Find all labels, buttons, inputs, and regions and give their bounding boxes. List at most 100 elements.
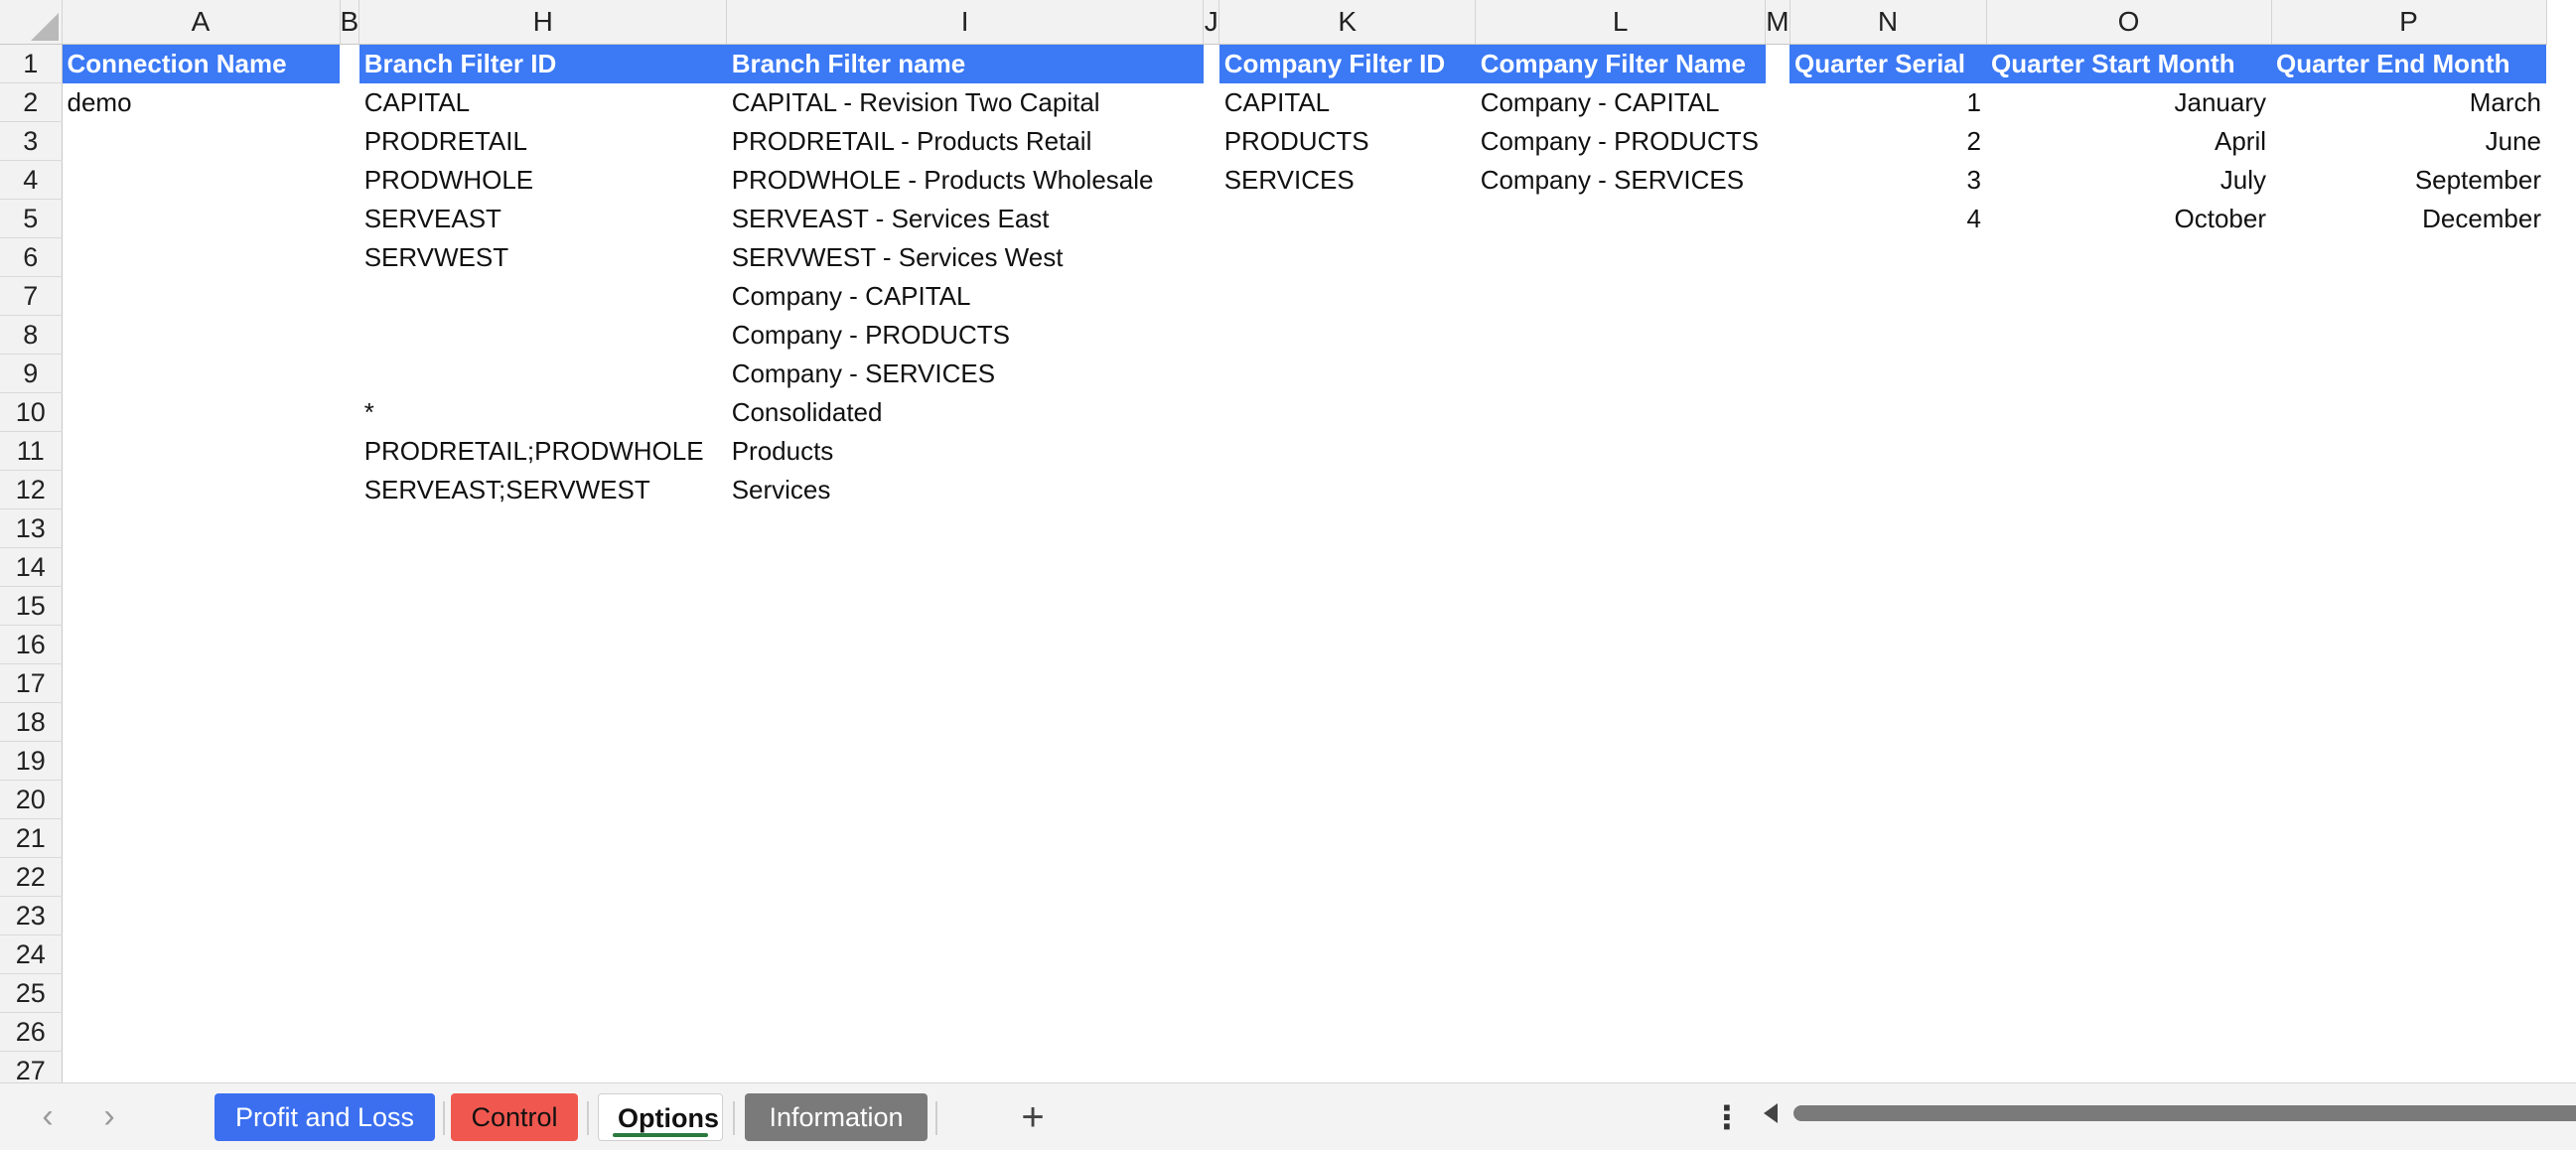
cell-o[interactable]: January: [1986, 83, 2271, 122]
column-header[interactable]: B: [340, 0, 360, 45]
cell-n[interactable]: [1789, 974, 1986, 1013]
cell[interactable]: [1204, 626, 1219, 664]
cell-o[interactable]: April: [1986, 122, 2271, 161]
cell-h[interactable]: SERVEAST: [359, 200, 727, 238]
cell-n[interactable]: [1789, 1052, 1986, 1083]
cell[interactable]: [1766, 974, 1789, 1013]
row-header[interactable]: 20: [0, 780, 63, 819]
cell[interactable]: [1766, 1013, 1789, 1052]
cell[interactable]: [340, 664, 359, 703]
cell[interactable]: [340, 935, 359, 974]
cell[interactable]: [1204, 703, 1219, 742]
cell-o[interactable]: [1986, 548, 2271, 587]
cell[interactable]: [1766, 277, 1789, 316]
cell-n[interactable]: [1789, 703, 1986, 742]
cell[interactable]: [1766, 471, 1789, 509]
cell-h[interactable]: [359, 897, 727, 935]
cell-n[interactable]: 3: [1789, 161, 1986, 200]
cell-p[interactable]: [2271, 587, 2546, 626]
cell-o[interactable]: [1986, 858, 2271, 897]
cell-a[interactable]: [62, 122, 340, 161]
cell-h[interactable]: [359, 935, 727, 974]
cell-h[interactable]: [359, 703, 727, 742]
cell-p[interactable]: [2271, 548, 2546, 587]
cell-a[interactable]: demo: [62, 83, 340, 122]
column-header[interactable]: J: [1203, 0, 1220, 45]
cell-l[interactable]: [1476, 471, 1766, 509]
cell-h[interactable]: CAPITAL: [359, 83, 727, 122]
cell-n[interactable]: [1789, 935, 1986, 974]
cell-k[interactable]: [1219, 897, 1476, 935]
cell[interactable]: [1204, 471, 1219, 509]
cell-a[interactable]: [62, 587, 340, 626]
cell-n[interactable]: [1789, 858, 1986, 897]
cell[interactable]: [1766, 509, 1789, 548]
cell-h[interactable]: [359, 626, 727, 664]
cell-h[interactable]: [359, 548, 727, 587]
cell-k[interactable]: [1219, 393, 1476, 432]
cell-h[interactable]: [359, 509, 727, 548]
cell-p[interactable]: [2271, 819, 2546, 858]
cell-h[interactable]: [359, 781, 727, 819]
cell[interactable]: [1204, 161, 1219, 200]
row-header[interactable]: 27: [0, 1051, 63, 1082]
cell-i[interactable]: SERVEAST - Services East: [727, 200, 1204, 238]
cell-a[interactable]: [62, 200, 340, 238]
cell[interactable]: [340, 432, 359, 471]
cell-p[interactable]: [2271, 1013, 2546, 1052]
cell[interactable]: [1766, 432, 1789, 471]
cell-i[interactable]: [727, 1052, 1204, 1083]
cell-k[interactable]: [1219, 742, 1476, 781]
cell[interactable]: [340, 587, 359, 626]
row-header[interactable]: 16: [0, 625, 63, 664]
cell-i[interactable]: [727, 548, 1204, 587]
row-header[interactable]: 21: [0, 818, 63, 858]
row-header[interactable]: 13: [0, 508, 63, 548]
cell[interactable]: [1204, 974, 1219, 1013]
cell-p[interactable]: [2271, 626, 2546, 664]
header-cell-connection-name[interactable]: Connection Name: [62, 44, 340, 83]
more-options-icon[interactable]: ⋮: [1711, 1097, 1743, 1137]
cell[interactable]: [1766, 393, 1789, 432]
cell[interactable]: [340, 83, 359, 122]
cell-l[interactable]: [1476, 355, 1766, 393]
cell-a[interactable]: [62, 238, 340, 277]
cell-k[interactable]: [1219, 1013, 1476, 1052]
cell-p[interactable]: June: [2271, 122, 2546, 161]
cell-a[interactable]: [62, 935, 340, 974]
cell-i[interactable]: [727, 935, 1204, 974]
cell-h[interactable]: PRODWHOLE: [359, 161, 727, 200]
row-header[interactable]: 23: [0, 896, 63, 935]
cell-p[interactable]: [2271, 703, 2546, 742]
cell-o[interactable]: [1986, 974, 2271, 1013]
cell-h[interactable]: [359, 1013, 727, 1052]
cell[interactable]: [1204, 509, 1219, 548]
cell-n[interactable]: [1789, 626, 1986, 664]
cell[interactable]: [1204, 897, 1219, 935]
tab-control[interactable]: Control: [451, 1093, 578, 1141]
cell-l[interactable]: [1476, 316, 1766, 355]
cell[interactable]: [1766, 742, 1789, 781]
cell-i[interactable]: [727, 703, 1204, 742]
cell-o[interactable]: [1986, 703, 2271, 742]
cell[interactable]: [1204, 122, 1219, 161]
cell-k[interactable]: [1219, 316, 1476, 355]
cell[interactable]: [1204, 238, 1219, 277]
cell-l[interactable]: [1476, 781, 1766, 819]
cell[interactable]: [1766, 703, 1789, 742]
cell-k[interactable]: CAPITAL: [1219, 83, 1476, 122]
cell-k[interactable]: [1219, 626, 1476, 664]
cell-o[interactable]: [1986, 432, 2271, 471]
column-header[interactable]: A: [62, 0, 341, 45]
cell[interactable]: [1204, 432, 1219, 471]
cell[interactable]: [340, 393, 359, 432]
cell[interactable]: [340, 742, 359, 781]
cell-n[interactable]: [1789, 509, 1986, 548]
cell-p[interactable]: December: [2271, 200, 2546, 238]
cell[interactable]: [340, 1013, 359, 1052]
cell-i[interactable]: PRODRETAIL - Products Retail: [727, 122, 1204, 161]
cell-n[interactable]: [1789, 742, 1986, 781]
cell-n[interactable]: [1789, 1013, 1986, 1052]
cell-p[interactable]: [2271, 858, 2546, 897]
cell-h[interactable]: [359, 316, 727, 355]
